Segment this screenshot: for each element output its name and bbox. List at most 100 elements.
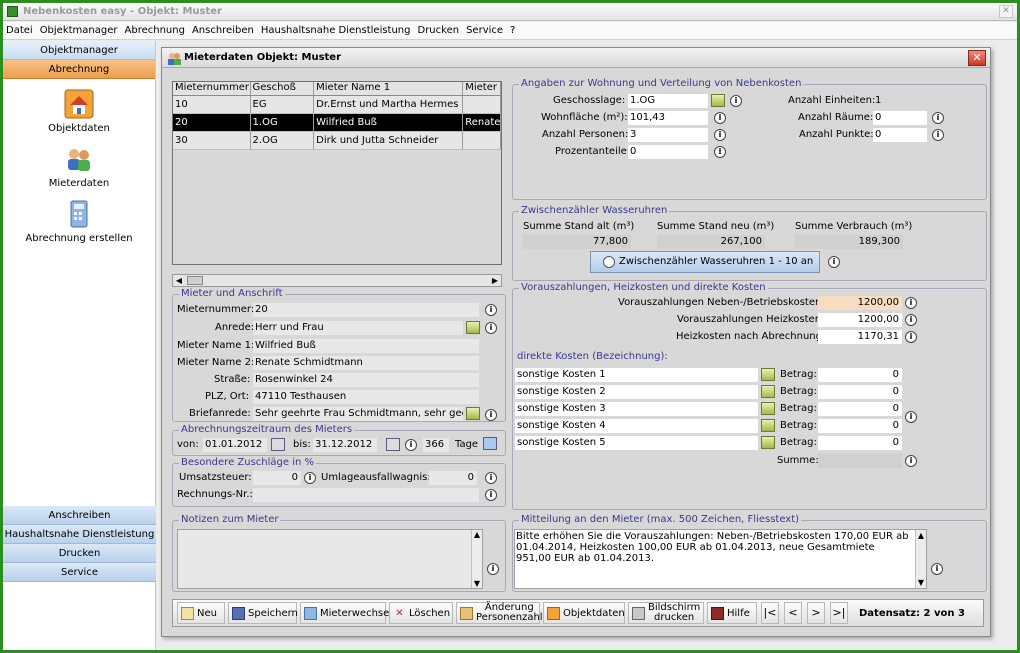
- menu-abrechnung[interactable]: Abrechnung: [122, 22, 189, 36]
- info-icon[interactable]: i: [485, 322, 497, 334]
- column-header[interactable]: Mieter N: [463, 82, 501, 95]
- scroll-thumb[interactable]: [187, 276, 203, 285]
- plz-ort-field[interactable]: 47110 Testhausen: [253, 390, 479, 404]
- sidebar-item-mieterdaten[interactable]: Mieterdaten: [3, 144, 155, 189]
- table-row[interactable]: 30 2.OG Dirk und Jutta Schneider: [173, 132, 501, 150]
- kosten-name-field[interactable]: sonstige Kosten 2: [515, 385, 758, 399]
- vertical-scrollbar[interactable]: ▲ ▼: [915, 530, 926, 588]
- column-header[interactable]: Geschoß: [251, 82, 315, 95]
- mieterwechsel-button[interactable]: Mieterwechsel: [300, 602, 392, 624]
- column-header[interactable]: Mieter Name 1: [314, 82, 464, 95]
- folder-icon[interactable]: [466, 407, 480, 420]
- refresh-icon[interactable]: [483, 437, 497, 450]
- info-icon[interactable]: i: [485, 489, 497, 501]
- column-header[interactable]: Mieternummer: [173, 82, 251, 95]
- arrow-right-icon[interactable]: ▶: [489, 275, 501, 286]
- sidebar-anschreiben[interactable]: Anschreiben: [3, 506, 156, 525]
- info-icon[interactable]: i: [931, 563, 943, 575]
- menu-drucken[interactable]: Drucken: [415, 22, 464, 36]
- info-icon[interactable]: i: [905, 455, 917, 467]
- personen-field[interactable]: 3: [628, 128, 708, 142]
- sidebar-item-objektdaten[interactable]: Objektdaten: [3, 89, 155, 134]
- punkte-field[interactable]: 0: [873, 128, 927, 142]
- kosten-name-field[interactable]: sonstige Kosten 3: [515, 402, 758, 416]
- folder-icon[interactable]: [466, 321, 480, 334]
- folder-icon[interactable]: [761, 402, 775, 415]
- bildschirm-drucken-button[interactable]: Bildschirm drucken: [628, 602, 704, 624]
- vz-heiz-field[interactable]: 1200,00: [818, 313, 902, 327]
- arrow-left-icon[interactable]: ◀: [173, 275, 185, 286]
- name2-field[interactable]: Renate Schmidtmann: [253, 356, 479, 370]
- info-icon[interactable]: i: [932, 112, 944, 124]
- menu-objektmanager[interactable]: Objektmanager: [37, 22, 122, 36]
- info-icon[interactable]: i: [905, 331, 917, 343]
- rechnungsnr-field[interactable]: [253, 488, 479, 502]
- bis-date-field[interactable]: 31.12.2012: [313, 438, 377, 452]
- loeschen-button[interactable]: ✕ Löschen: [389, 602, 453, 624]
- info-icon[interactable]: i: [405, 439, 417, 451]
- kosten-name-field[interactable]: sonstige Kosten 4: [515, 419, 758, 433]
- mieternummer-field[interactable]: 20: [253, 303, 479, 317]
- geschoss-field[interactable]: 1.OG: [628, 94, 708, 108]
- folder-icon[interactable]: [761, 419, 775, 432]
- objektdaten-button[interactable]: Objektdaten: [543, 602, 625, 624]
- notizen-textarea[interactable]: ▲ ▼: [177, 529, 483, 589]
- folder-icon[interactable]: [711, 94, 725, 107]
- menu-datei[interactable]: Datei: [3, 22, 37, 36]
- sidebar-item-abrechnung-erstellen[interactable]: Abrechnung erstellen: [3, 199, 155, 244]
- betrag-field[interactable]: 0: [818, 419, 902, 433]
- info-icon[interactable]: i: [905, 411, 917, 423]
- umlageausfall-field[interactable]: 0: [429, 471, 477, 485]
- sidebar-abrechnung[interactable]: Abrechnung: [3, 60, 155, 79]
- menu-service[interactable]: Service: [463, 22, 507, 36]
- prozentanteile-field[interactable]: 0: [628, 145, 708, 159]
- table-row[interactable]: 20 1.OG Wilfried Buß Renate: [173, 114, 501, 132]
- info-icon[interactable]: i: [304, 472, 316, 484]
- hilfe-button[interactable]: Hilfe: [707, 602, 757, 624]
- info-icon[interactable]: i: [485, 304, 497, 316]
- close-icon[interactable]: ✕: [999, 5, 1013, 18]
- info-icon[interactable]: i: [714, 112, 726, 124]
- folder-icon[interactable]: [761, 368, 775, 381]
- mitteilung-textarea[interactable]: Bitte erhöhen Sie die Vorauszahlungen: N…: [514, 529, 927, 589]
- von-date-field[interactable]: 01.01.2012: [203, 438, 267, 452]
- info-icon[interactable]: i: [485, 472, 497, 484]
- sidebar-service[interactable]: Service: [3, 563, 156, 582]
- info-icon[interactable]: i: [485, 409, 497, 421]
- kosten-name-field[interactable]: sonstige Kosten 1: [515, 368, 758, 382]
- calendar-icon[interactable]: [271, 438, 285, 451]
- neu-button[interactable]: Neu: [177, 602, 225, 624]
- info-icon[interactable]: i: [730, 95, 742, 107]
- sidebar-haushaltsnahe[interactable]: Haushaltsnahe Dienstleistung: [3, 525, 156, 544]
- prev-record-button[interactable]: <: [784, 602, 802, 624]
- sidebar-objektmanager[interactable]: Objektmanager: [3, 41, 155, 60]
- betrag-field[interactable]: 0: [818, 436, 902, 450]
- folder-icon[interactable]: [761, 436, 775, 449]
- betrag-field[interactable]: 0: [818, 402, 902, 416]
- menu-help[interactable]: ?: [507, 22, 519, 36]
- speichern-button[interactable]: Speichern: [228, 602, 298, 624]
- menu-anschreiben[interactable]: Anschreiben: [189, 22, 258, 36]
- heizkosten-field[interactable]: 1170,31: [818, 330, 902, 344]
- calendar-icon[interactable]: [386, 438, 400, 451]
- info-icon[interactable]: i: [487, 563, 499, 575]
- vertical-scrollbar[interactable]: ▲ ▼: [471, 530, 482, 588]
- menu-haushaltsnahe[interactable]: Haushaltsnahe Dienstleistung: [258, 22, 415, 36]
- kosten-name-field[interactable]: sonstige Kosten 5: [515, 436, 758, 450]
- umsatzsteuer-field[interactable]: 0: [253, 471, 301, 485]
- wasseruhren-button[interactable]: Zwischenzähler Wasseruhren 1 - 10 an: [590, 251, 820, 273]
- horizontal-scrollbar[interactable]: ◀ ▶: [172, 274, 502, 287]
- info-icon[interactable]: i: [932, 129, 944, 141]
- raeume-field[interactable]: 0: [873, 111, 927, 125]
- anrede-field[interactable]: Herr und Frau: [253, 321, 463, 335]
- close-icon[interactable]: ✕: [968, 50, 986, 66]
- info-icon[interactable]: i: [905, 297, 917, 309]
- vz-neben-field[interactable]: 1200,00: [818, 296, 902, 310]
- info-icon[interactable]: i: [905, 314, 917, 326]
- info-icon[interactable]: i: [828, 256, 840, 268]
- first-record-button[interactable]: |<: [761, 602, 779, 624]
- briefanrede-field[interactable]: Sehr geehrte Frau Schmidtmann, sehr geeh: [253, 407, 463, 421]
- betrag-field[interactable]: 0: [818, 368, 902, 382]
- last-record-button[interactable]: >|: [830, 602, 848, 624]
- aenderung-personenzahl-button[interactable]: Änderung Personenzahl: [456, 602, 543, 624]
